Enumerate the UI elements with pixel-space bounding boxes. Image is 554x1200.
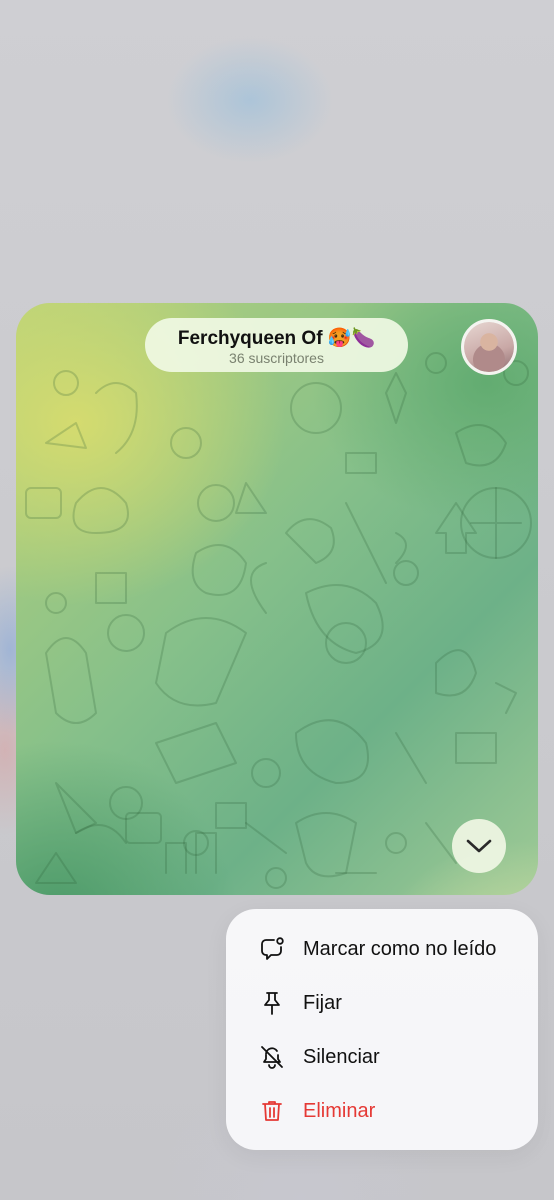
menu-item-label: Fijar [303,991,342,1014]
avatar-image [464,322,514,372]
channel-title: Ferchyqueen Of 🥵🍆 [177,328,376,349]
menu-item-label: Marcar como no leído [303,937,497,960]
bell-slash-icon [259,1044,285,1070]
trash-icon [259,1098,285,1124]
context-menu: Marcar como no leído Fijar Silenciar Eli… [226,909,538,1150]
avatar[interactable] [461,319,517,375]
menu-item-label: Silenciar [303,1045,380,1068]
menu-item-delete[interactable]: Eliminar [226,1084,538,1138]
menu-item-mark-unread[interactable]: Marcar como no leído [226,922,538,976]
subscriber-count: 36 suscriptores [229,350,324,366]
chevron-down-icon [466,839,492,853]
menu-item-label: Eliminar [303,1099,376,1122]
channel-header[interactable]: Ferchyqueen Of 🥵🍆 36 suscriptores [145,318,408,372]
pin-icon [259,990,285,1016]
chat-wallpaper-pattern [16,303,538,895]
menu-item-mute[interactable]: Silenciar [226,1030,538,1084]
scroll-down-button[interactable] [452,819,506,873]
mark-unread-icon [259,936,285,962]
chat-preview[interactable] [16,303,538,895]
menu-item-pin[interactable]: Fijar [226,976,538,1030]
